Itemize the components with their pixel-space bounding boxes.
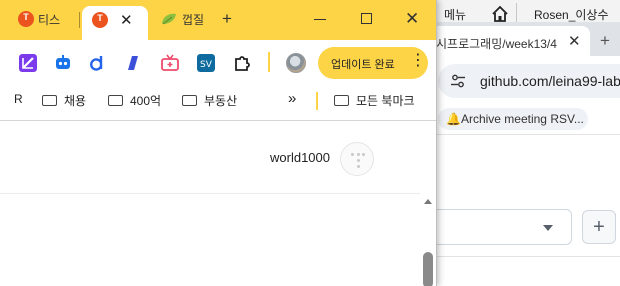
scrollbar-thumb[interactable] <box>423 252 433 286</box>
home-icon[interactable] <box>490 4 510 24</box>
add-file-button[interactable]: + <box>582 210 616 244</box>
svg-text:SV: SV <box>200 60 213 70</box>
bookmarks-overflow-button[interactable]: » <box>288 90 296 107</box>
bookmark-label: 부동산 <box>204 94 238 108</box>
scroll-up-arrow-icon[interactable] <box>424 199 432 204</box>
menu-label[interactable]: 메뉴 <box>444 6 466 23</box>
blog-name[interactable]: world1000 <box>270 150 330 165</box>
folder-icon <box>42 95 57 106</box>
bookmark-r[interactable]: R <box>14 92 23 106</box>
tab-tistory-1[interactable]: 티스 <box>14 8 78 32</box>
all-bookmarks[interactable]: 모든 북마크 <box>334 92 415 109</box>
bookmark-label: 🔔Archive meeting RSV... <box>446 112 584 126</box>
sv-ext-icon[interactable]: SV <box>197 54 215 72</box>
address-bar[interactable]: github.com/leina99-lab <box>438 64 620 98</box>
branch-select[interactable] <box>420 209 572 245</box>
desktop: 메뉴 Rosen_이상수 시프로그래밍/week13/4 ✕ + github.… <box>0 0 620 286</box>
divider <box>430 256 620 257</box>
tistory-icon <box>92 12 108 28</box>
close-icon[interactable]: ✕ <box>568 32 581 50</box>
bookmark-folder[interactable]: 부동산 <box>182 92 237 109</box>
folder-icon <box>108 95 123 106</box>
logo-dot <box>362 153 365 156</box>
tab-github[interactable]: 시프로그래밍/week13/4 ✕ <box>430 26 590 56</box>
new-tab-button[interactable]: + <box>222 9 232 29</box>
tab-tistory-active[interactable]: ✕ <box>82 6 148 40</box>
tab-leaf[interactable]: 껍질 <box>158 8 224 32</box>
tv-ext-icon[interactable] <box>161 54 179 72</box>
maximize-icon[interactable] <box>361 13 372 24</box>
slash-ext-icon[interactable] <box>124 54 142 72</box>
all-bookmarks-label: 모든 북마크 <box>356 94 415 108</box>
toolbar: SV 업데이트 완료 ⋮ <box>0 40 436 86</box>
tab-title: 티스 <box>38 13 61 27</box>
user-label[interactable]: Rosen_이상수 <box>534 6 608 23</box>
logo-dot <box>351 153 354 156</box>
update-button-label: 업데이트 완료 <box>331 59 395 71</box>
divider <box>0 193 420 194</box>
toolbar-divider <box>268 52 270 72</box>
close-icon[interactable]: ✕ <box>120 11 133 29</box>
tab-title: 시프로그래밍/week13/4 <box>436 37 557 51</box>
new-tab-button[interactable]: + <box>600 31 610 51</box>
tune-icon[interactable] <box>450 73 466 89</box>
tistory-icon <box>18 11 34 27</box>
toolbar: github.com/leina99-lab <box>430 56 620 106</box>
folder-icon <box>182 95 197 106</box>
d-ext-icon[interactable] <box>89 54 107 72</box>
caret-down-icon <box>543 225 553 231</box>
close-window-button[interactable]: ✕ <box>405 9 419 29</box>
bookmark-folder[interactable]: 400억 <box>108 92 161 109</box>
bookmarks-bar: R 채용 400억 부동산 » 모든 북마크 <box>0 86 436 116</box>
tab-strip: 티스 ✕ 껍질 + ✕ <box>0 0 436 40</box>
bookmark-label: 채용 <box>64 94 87 108</box>
logo-dot <box>356 159 360 162</box>
logo-dot <box>356 165 360 168</box>
logo-dot <box>356 153 360 156</box>
kebab-menu-icon[interactable]: ⋮ <box>410 53 426 69</box>
bookmark-item[interactable]: 🔔Archive meeting RSV... <box>438 108 588 130</box>
bot-ext-icon[interactable] <box>54 54 72 72</box>
bookmarks-bar: 🔔Archive meeting RSV... <box>430 106 620 230</box>
bookmark-label: 400억 <box>130 94 162 108</box>
page-content: world1000 <box>0 121 436 286</box>
avatar[interactable] <box>286 53 306 73</box>
leaf-icon <box>162 13 176 25</box>
tab-strip: 시프로그래밍/week13/4 ✕ + <box>430 22 620 56</box>
background-browser-window[interactable]: 메뉴 Rosen_이상수 시프로그래밍/week13/4 ✕ + github.… <box>420 0 620 286</box>
bookmark-folder[interactable]: 채용 <box>42 92 86 109</box>
folder-icon <box>334 95 349 106</box>
tab-title: 껍질 <box>182 13 205 27</box>
url-text[interactable]: github.com/leina99-lab <box>480 73 620 89</box>
tistory-logo-icon[interactable] <box>340 142 374 176</box>
update-button[interactable]: 업데이트 완료 ⋮ <box>318 47 428 79</box>
tab-divider <box>79 12 80 28</box>
minimize-icon[interactable] <box>314 19 326 20</box>
divider <box>430 134 620 135</box>
bookmarks-divider <box>316 92 318 110</box>
puzzle-icon[interactable] <box>233 54 251 72</box>
front-browser-window[interactable]: 티스 ✕ 껍질 + ✕ <box>0 0 437 286</box>
edit-ext-icon[interactable] <box>19 54 37 72</box>
